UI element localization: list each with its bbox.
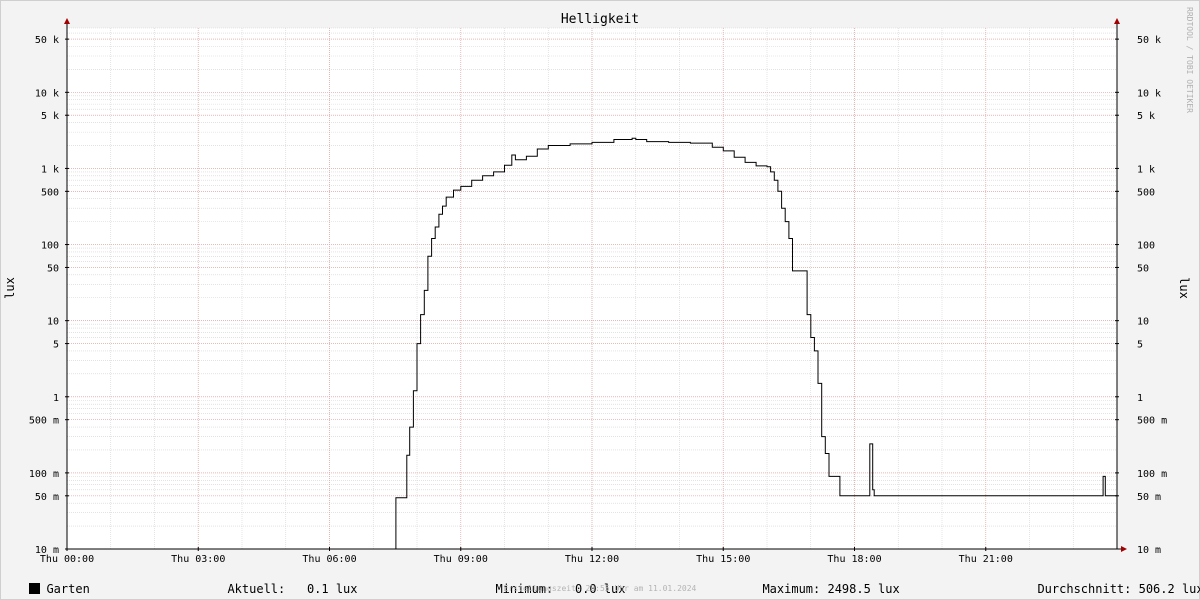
y-tick-label-left: 1 xyxy=(53,393,59,404)
chart-title: Helligkeit xyxy=(561,12,639,27)
y-tick-label-left: 5 xyxy=(53,340,59,351)
y-tick-label-right: 1 k xyxy=(1137,164,1155,175)
y-tick-label-left: 500 m xyxy=(29,416,59,427)
x-tick-label: Thu 18:00 xyxy=(827,554,881,565)
x-tick-label: Thu 09:00 xyxy=(434,554,488,565)
y-tick-label-right: 10 m xyxy=(1137,545,1161,556)
y-tick-label-right: 100 xyxy=(1137,241,1155,252)
y-tick-label-right: 5 xyxy=(1137,340,1143,351)
footer-created: Erstellungszeit: 23:55 Uhr am 11.01.2024 xyxy=(503,584,697,593)
y-tick-label-left: 50 xyxy=(47,263,59,274)
x-tick-label: Thu 21:00 xyxy=(959,554,1013,565)
y-tick-label-left: 50 m xyxy=(35,492,59,503)
y-tick-label-right: 5 k xyxy=(1137,111,1155,122)
y-tick-label-left: 10 k xyxy=(35,88,59,99)
y-tick-label-right: 50 k xyxy=(1137,35,1161,46)
y-tick-label-right: 500 m xyxy=(1137,416,1167,427)
x-tick-label: Thu 15:00 xyxy=(696,554,750,565)
x-tick-label: Thu 12:00 xyxy=(565,554,619,565)
y-tick-label-right: 10 k xyxy=(1137,88,1161,99)
y-tick-label-right: 1 xyxy=(1137,393,1143,404)
y-tick-label-left: 100 xyxy=(41,241,59,252)
y-tick-label-right: 50 xyxy=(1137,263,1149,274)
y-tick-label-right: 10 xyxy=(1137,317,1149,328)
y-tick-label-left: 1 k xyxy=(41,164,59,175)
y-tick-label-left: 5 k xyxy=(41,111,59,122)
y-tick-label-left: 500 xyxy=(41,187,59,198)
x-tick-label: Thu 03:00 xyxy=(171,554,225,565)
y-tick-label-right: 100 m xyxy=(1137,469,1167,480)
y-tick-label-left: 50 k xyxy=(35,35,59,46)
x-tick-label: Thu 06:00 xyxy=(302,554,356,565)
y-tick-label-right: 50 m xyxy=(1137,492,1161,503)
x-tick-label: Thu 00:00 xyxy=(40,554,94,565)
y-tick-label-left: 100 m xyxy=(29,469,59,480)
watermark: RRDTOOL / TOBI OETIKER xyxy=(1185,7,1194,113)
y-axis-label-left: lux xyxy=(3,277,17,299)
y-tick-label-right: 500 xyxy=(1137,187,1155,198)
y-axis-label-right: lux xyxy=(1177,277,1191,299)
y-tick-label-left: 10 xyxy=(47,317,59,328)
chart-frame: 50 k 50 k 10 k 10 k 5 k 5 k 1 k 1 k 500 500 100 100… xyxy=(0,0,1200,600)
